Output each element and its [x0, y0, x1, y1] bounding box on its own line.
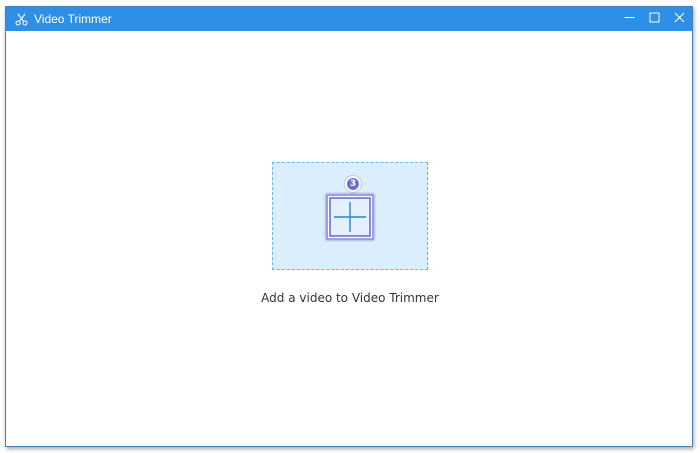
close-icon — [674, 10, 685, 28]
close-button[interactable] — [667, 7, 692, 31]
window-controls — [617, 7, 692, 31]
add-video-button[interactable] — [324, 192, 376, 242]
minimize-button[interactable] — [617, 7, 642, 31]
drop-zone-caption: Add a video to Video Trimmer — [261, 291, 439, 305]
title-bar[interactable]: Video Trimmer — [6, 7, 692, 31]
app-window: Video Trimmer 3 Add a video to Video Tri… — [5, 6, 693, 447]
maximize-button[interactable] — [642, 7, 667, 31]
window-title: Video Trimmer — [34, 12, 112, 26]
plus-icon — [324, 194, 376, 246]
scissors-icon — [14, 12, 28, 26]
video-drop-zone[interactable]: 3 — [272, 162, 428, 270]
maximize-icon — [649, 10, 660, 28]
minimize-icon — [624, 10, 635, 28]
count-badge: 3 — [345, 176, 361, 192]
